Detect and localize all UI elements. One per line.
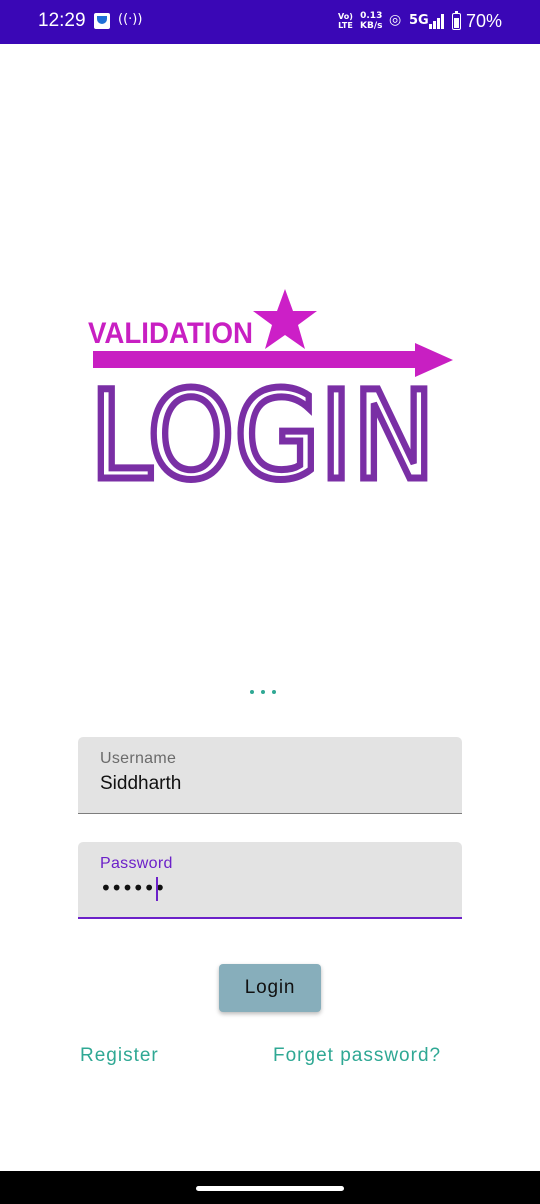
- home-indicator[interactable]: [196, 1186, 344, 1191]
- loading-indicator: [250, 682, 290, 698]
- network-speed-unit: KB/s: [360, 21, 383, 31]
- status-time: 12:29: [38, 10, 86, 31]
- status-bar: 12:29 ((·)) Vo) LTE 0.13 KB/s ◎ 5G 70%: [0, 0, 540, 44]
- volte-bottom: LTE: [338, 21, 353, 30]
- username-field[interactable]: Username Siddharth: [78, 737, 462, 814]
- volte-indicator: Vo) LTE: [338, 12, 353, 30]
- loading-dot: [250, 690, 254, 694]
- network-type: 5G: [409, 13, 429, 28]
- volte-top: Vo): [338, 12, 353, 21]
- login-button[interactable]: Login: [219, 964, 321, 1012]
- password-label: Password: [100, 855, 173, 872]
- loading-dot: [272, 690, 276, 694]
- star-icon: [253, 289, 317, 349]
- logo-top-text: VALIDATION: [88, 317, 253, 350]
- battery-icon: [452, 11, 461, 30]
- hotspot-icon: ((·)): [118, 12, 143, 27]
- app-notification-icon: [94, 13, 110, 29]
- loading-dot: [261, 690, 265, 694]
- signal-icon: [429, 14, 445, 29]
- logo-main-text: LOGIN: [90, 365, 435, 485]
- text-cursor: [156, 877, 158, 901]
- password-field[interactable]: Password ••••••: [78, 842, 462, 919]
- username-input[interactable]: Siddharth: [100, 773, 181, 795]
- battery-percent: 70%: [466, 11, 503, 31]
- navigation-bar: [0, 1171, 540, 1204]
- wifi-calling-icon: ◎: [389, 12, 402, 28]
- register-link[interactable]: Register: [80, 1045, 159, 1067]
- forget-password-link[interactable]: Forget password?: [273, 1045, 441, 1067]
- network-speed-value: 0.13: [360, 11, 383, 21]
- network-speed: 0.13 KB/s: [360, 11, 382, 31]
- validation-login-logo: VALIDATION LOGIN: [87, 289, 453, 485]
- username-label: Username: [100, 750, 177, 767]
